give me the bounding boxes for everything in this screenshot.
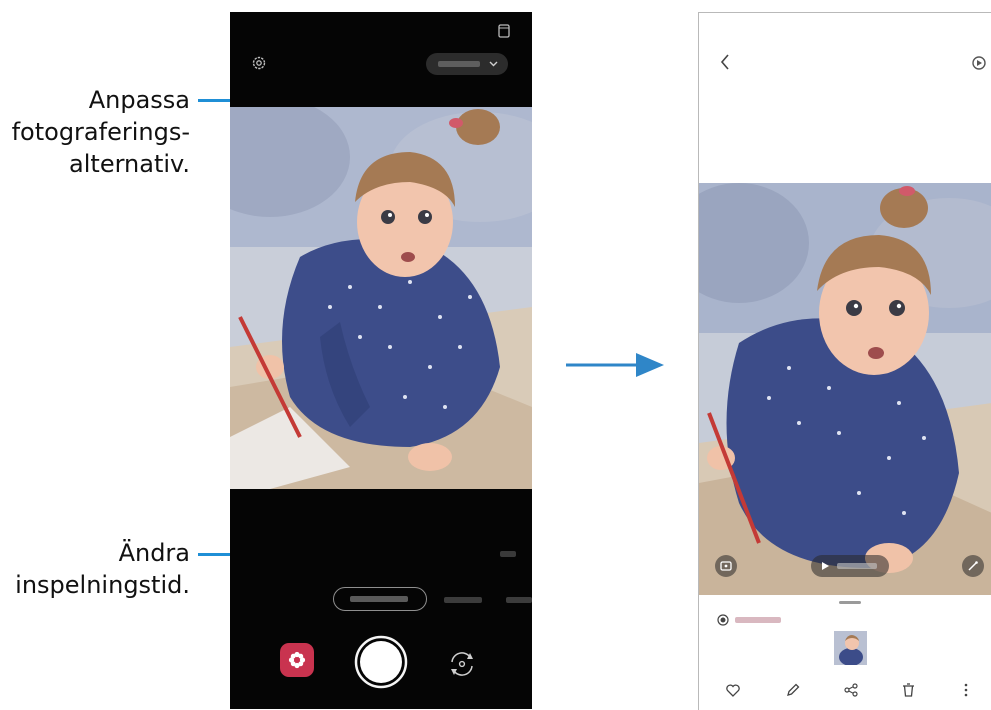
- switch-camera-icon[interactable]: [447, 649, 477, 679]
- panel-handle[interactable]: [839, 601, 861, 604]
- play-icon: [822, 562, 829, 570]
- effects-button[interactable]: [280, 643, 314, 677]
- aspect-ratio-icon[interactable]: [498, 24, 510, 38]
- camera-screen: [230, 12, 532, 709]
- back-icon[interactable]: [719, 53, 731, 71]
- play-video-button[interactable]: [811, 555, 889, 577]
- magic-icon: [968, 561, 978, 571]
- trash-icon[interactable]: [902, 683, 915, 697]
- callout-line-1: Ändra: [118, 539, 190, 567]
- motion-icon[interactable]: [971, 55, 987, 71]
- details-panel: [699, 595, 991, 710]
- take-label-blurred: [735, 617, 781, 623]
- dropdown-value-blurred: [438, 61, 480, 67]
- edit-icon[interactable]: [786, 683, 800, 697]
- heart-icon[interactable]: [726, 684, 740, 697]
- mode-label-blurred: [350, 596, 408, 602]
- callout-change-recording-time: Ändra inspelningstid.: [0, 537, 190, 601]
- shutter-icon[interactable]: [354, 635, 408, 689]
- transition-arrow: [566, 353, 664, 377]
- settings-icon[interactable]: [251, 55, 267, 71]
- callout-line-2: inspelningstid.: [15, 571, 190, 599]
- callout-line-3: alternativ.: [69, 150, 190, 178]
- thumbnail[interactable]: [834, 631, 867, 665]
- share-icon[interactable]: [844, 683, 858, 697]
- effects-flower-icon: [288, 651, 306, 669]
- mode-single-take-selected[interactable]: [333, 587, 427, 611]
- video-icon: [720, 561, 732, 571]
- callout-customize-shooting: Anpassa fotograferings- alternativ.: [0, 84, 190, 180]
- gallery-viewer-screen: [698, 12, 991, 710]
- chevron-down-icon: [489, 61, 498, 67]
- viewfinder-preview: [230, 107, 532, 489]
- magic-button[interactable]: [962, 555, 984, 577]
- shooting-options-dropdown[interactable]: [426, 53, 508, 75]
- more-icon[interactable]: [963, 683, 969, 697]
- video-button[interactable]: [715, 555, 737, 577]
- play-label-blurred: [837, 563, 877, 569]
- callout-line-1: Anpassa: [88, 86, 190, 114]
- mode-option-blurred[interactable]: [444, 597, 482, 603]
- radio-icon[interactable]: [717, 614, 729, 626]
- captured-photo: [699, 183, 991, 603]
- callout-line-2: fotograferings-: [11, 118, 190, 146]
- recording-time-indicator[interactable]: [500, 551, 516, 557]
- mode-option-blurred[interactable]: [506, 597, 532, 603]
